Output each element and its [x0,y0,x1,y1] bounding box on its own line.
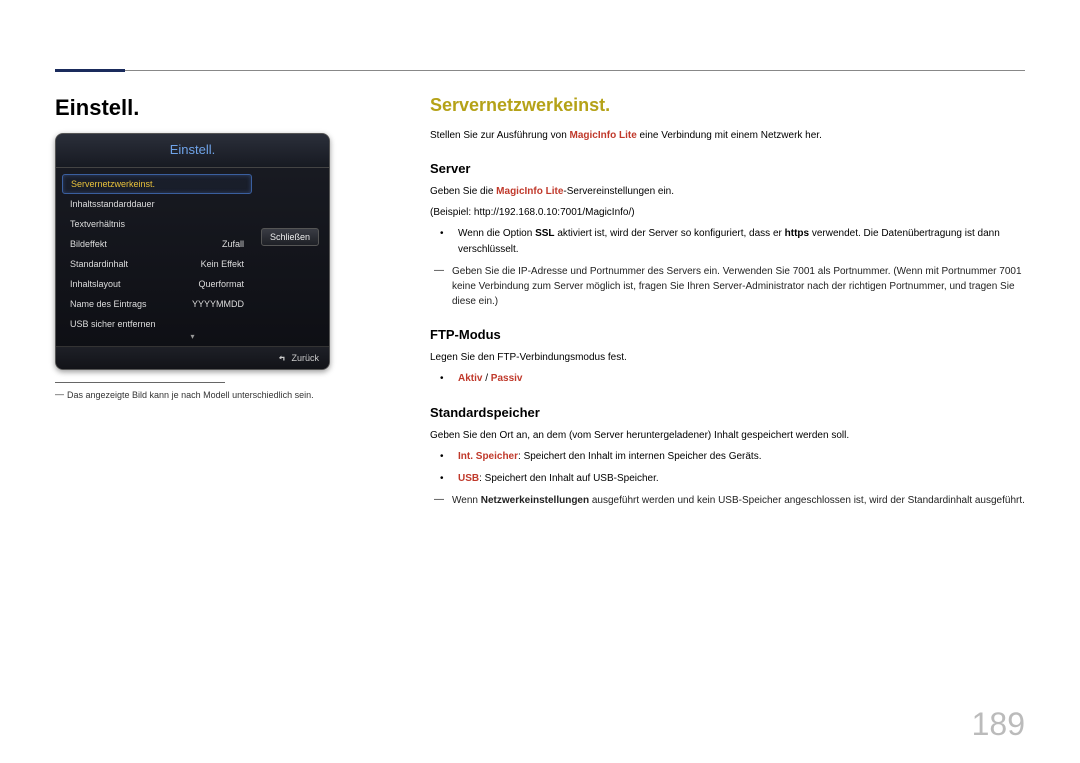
intro-highlight: MagicInfo Lite [570,130,637,141]
server-p1-post: -Servereinstellungen ein. [563,186,674,197]
top-divider [55,70,1025,71]
menu-item-label: Servernetzwerkeinst. [71,179,155,189]
scroll-down-icon: ▾ [62,334,323,342]
ftp-aktiv: Aktiv [458,373,482,384]
storage-usb-label: USB [458,473,479,484]
ftp-passiv: Passiv [491,373,523,384]
storage-usb-desc: : Speichert den Inhalt auf USB-Speicher. [479,473,659,484]
ftp-bullets: Aktiv / Passiv [448,371,1025,387]
intro-post: eine Verbindung mit einem Netzwerk her. [637,130,822,141]
menu-item-inhaltslayout[interactable]: Inhaltslayout Querformat [62,274,252,294]
menu-item-label: Bildeffekt [70,239,107,249]
storage-bullet-int: Int. Speicher: Speichert den Inhalt im i… [448,449,1025,465]
server-bullet-ssl: Wenn die Option SSL aktiviert ist, wird … [448,226,1025,258]
intro-text: Stellen Sie zur Ausführung von MagicInfo… [430,128,1025,143]
subheading-ftp: FTP-Modus [430,327,1025,342]
storage-bullets: Int. Speicher: Speichert den Inhalt im i… [448,449,1025,487]
b1-pre: Wenn die Option [458,228,535,239]
menu-item-value: YYYYMMDD [192,299,244,309]
right-column: Servernetzwerkeinst. Stellen Sie zur Aus… [430,95,1025,723]
menu-item-label: Standardinhalt [70,259,128,269]
menu-item-label: USB sicher entfernen [70,319,156,329]
menu-item-label: Inhaltslayout [70,279,121,289]
server-p1-highlight: MagicInfo Lite [496,186,563,197]
left-footnote: Das angezeigte Bild kann je nach Modell … [55,389,390,402]
device-footer: Zurück [56,346,329,369]
menu-item-bildeffekt[interactable]: Bildeffekt Zufall [62,234,252,254]
device-menu-body: Servernetzwerkeinst. Inhaltsstandarddaue… [56,168,329,346]
server-bullets: Wenn die Option SSL aktiviert ist, wird … [448,226,1025,258]
left-column: Einstell. Einstell. Servernetzwerkeinst.… [55,95,390,723]
storage-bullet-usb: USB: Speichert den Inhalt auf USB-Speich… [448,471,1025,487]
b1-strong-ssl: SSL [535,228,554,239]
top-accent-bar [55,69,125,72]
storage-p1: Geben Sie den Ort an, an dem (vom Server… [430,428,1025,443]
menu-item-standardinhalt[interactable]: Standardinhalt Kein Effekt [62,254,252,274]
storage-dash-strong: Netzwerkeinstellungen [481,495,589,506]
intro-pre: Stellen Sie zur Ausführung von [430,130,570,141]
page-content: Einstell. Einstell. Servernetzwerkeinst.… [55,95,1025,723]
server-example: (Beispiel: http://192.168.0.10:7001/Magi… [430,205,1025,220]
menu-item-usb-sicher-entfernen[interactable]: USB sicher entfernen [62,314,252,334]
close-button[interactable]: Schließen [261,228,319,246]
left-divider [55,382,225,383]
ftp-sep: / [482,373,490,384]
storage-int-label: Int. Speicher [458,451,518,462]
menu-item-value: Zufall [222,239,244,249]
server-p1: Geben Sie die MagicInfo Lite-Servereinst… [430,184,1025,199]
menu-item-label: Textverhältnis [70,219,125,229]
menu-item-name-des-eintrags[interactable]: Name des Eintrags YYYYMMDD [62,294,252,314]
return-icon [277,353,287,363]
menu-item-value: Kein Effekt [201,259,244,269]
menu-item-inhaltsstandarddauer[interactable]: Inhaltsstandarddauer [62,194,252,214]
subheading-standardspeicher: Standardspeicher [430,405,1025,420]
storage-dash-post: ausgeführt werden und kein USB-Speicher … [589,495,1025,506]
server-p1-pre: Geben Sie die [430,186,496,197]
storage-dash-pre: Wenn [452,495,481,506]
menu-item-label: Inhaltsstandarddauer [70,199,155,209]
ftp-bullet-modes: Aktiv / Passiv [448,371,1025,387]
device-menu-list: Servernetzwerkeinst. Inhaltsstandarddaue… [62,174,252,334]
section-heading-servernetzwerkeinst: Servernetzwerkeinst. [430,95,1025,116]
left-heading: Einstell. [55,95,390,121]
menu-item-value: Querformat [198,279,244,289]
subheading-server: Server [430,161,1025,176]
ftp-p1: Legen Sie den FTP-Verbindungsmodus fest. [430,350,1025,365]
device-footer-back-label: Zurück [291,353,319,363]
page-number: 189 [972,706,1025,743]
menu-item-label: Name des Eintrags [70,299,147,309]
close-button-label: Schließen [270,232,310,242]
menu-item-textverhaeltnis[interactable]: Textverhältnis [62,214,252,234]
server-dash-note: Geben Sie die IP-Adresse und Portnummer … [440,264,1025,309]
device-menu-title: Einstell. [56,134,329,168]
b1-strong-https: https [785,228,809,239]
menu-item-servernetzwerkeinst[interactable]: Servernetzwerkeinst. [62,174,252,194]
device-menu-mock: Einstell. Servernetzwerkeinst. Inhaltsst… [55,133,330,370]
storage-int-desc: : Speichert den Inhalt im internen Speic… [518,451,761,462]
storage-dash-note: Wenn Netzwerkeinstellungen ausgeführt we… [440,493,1025,508]
b1-mid: aktiviert ist, wird der Server so konfig… [555,228,785,239]
